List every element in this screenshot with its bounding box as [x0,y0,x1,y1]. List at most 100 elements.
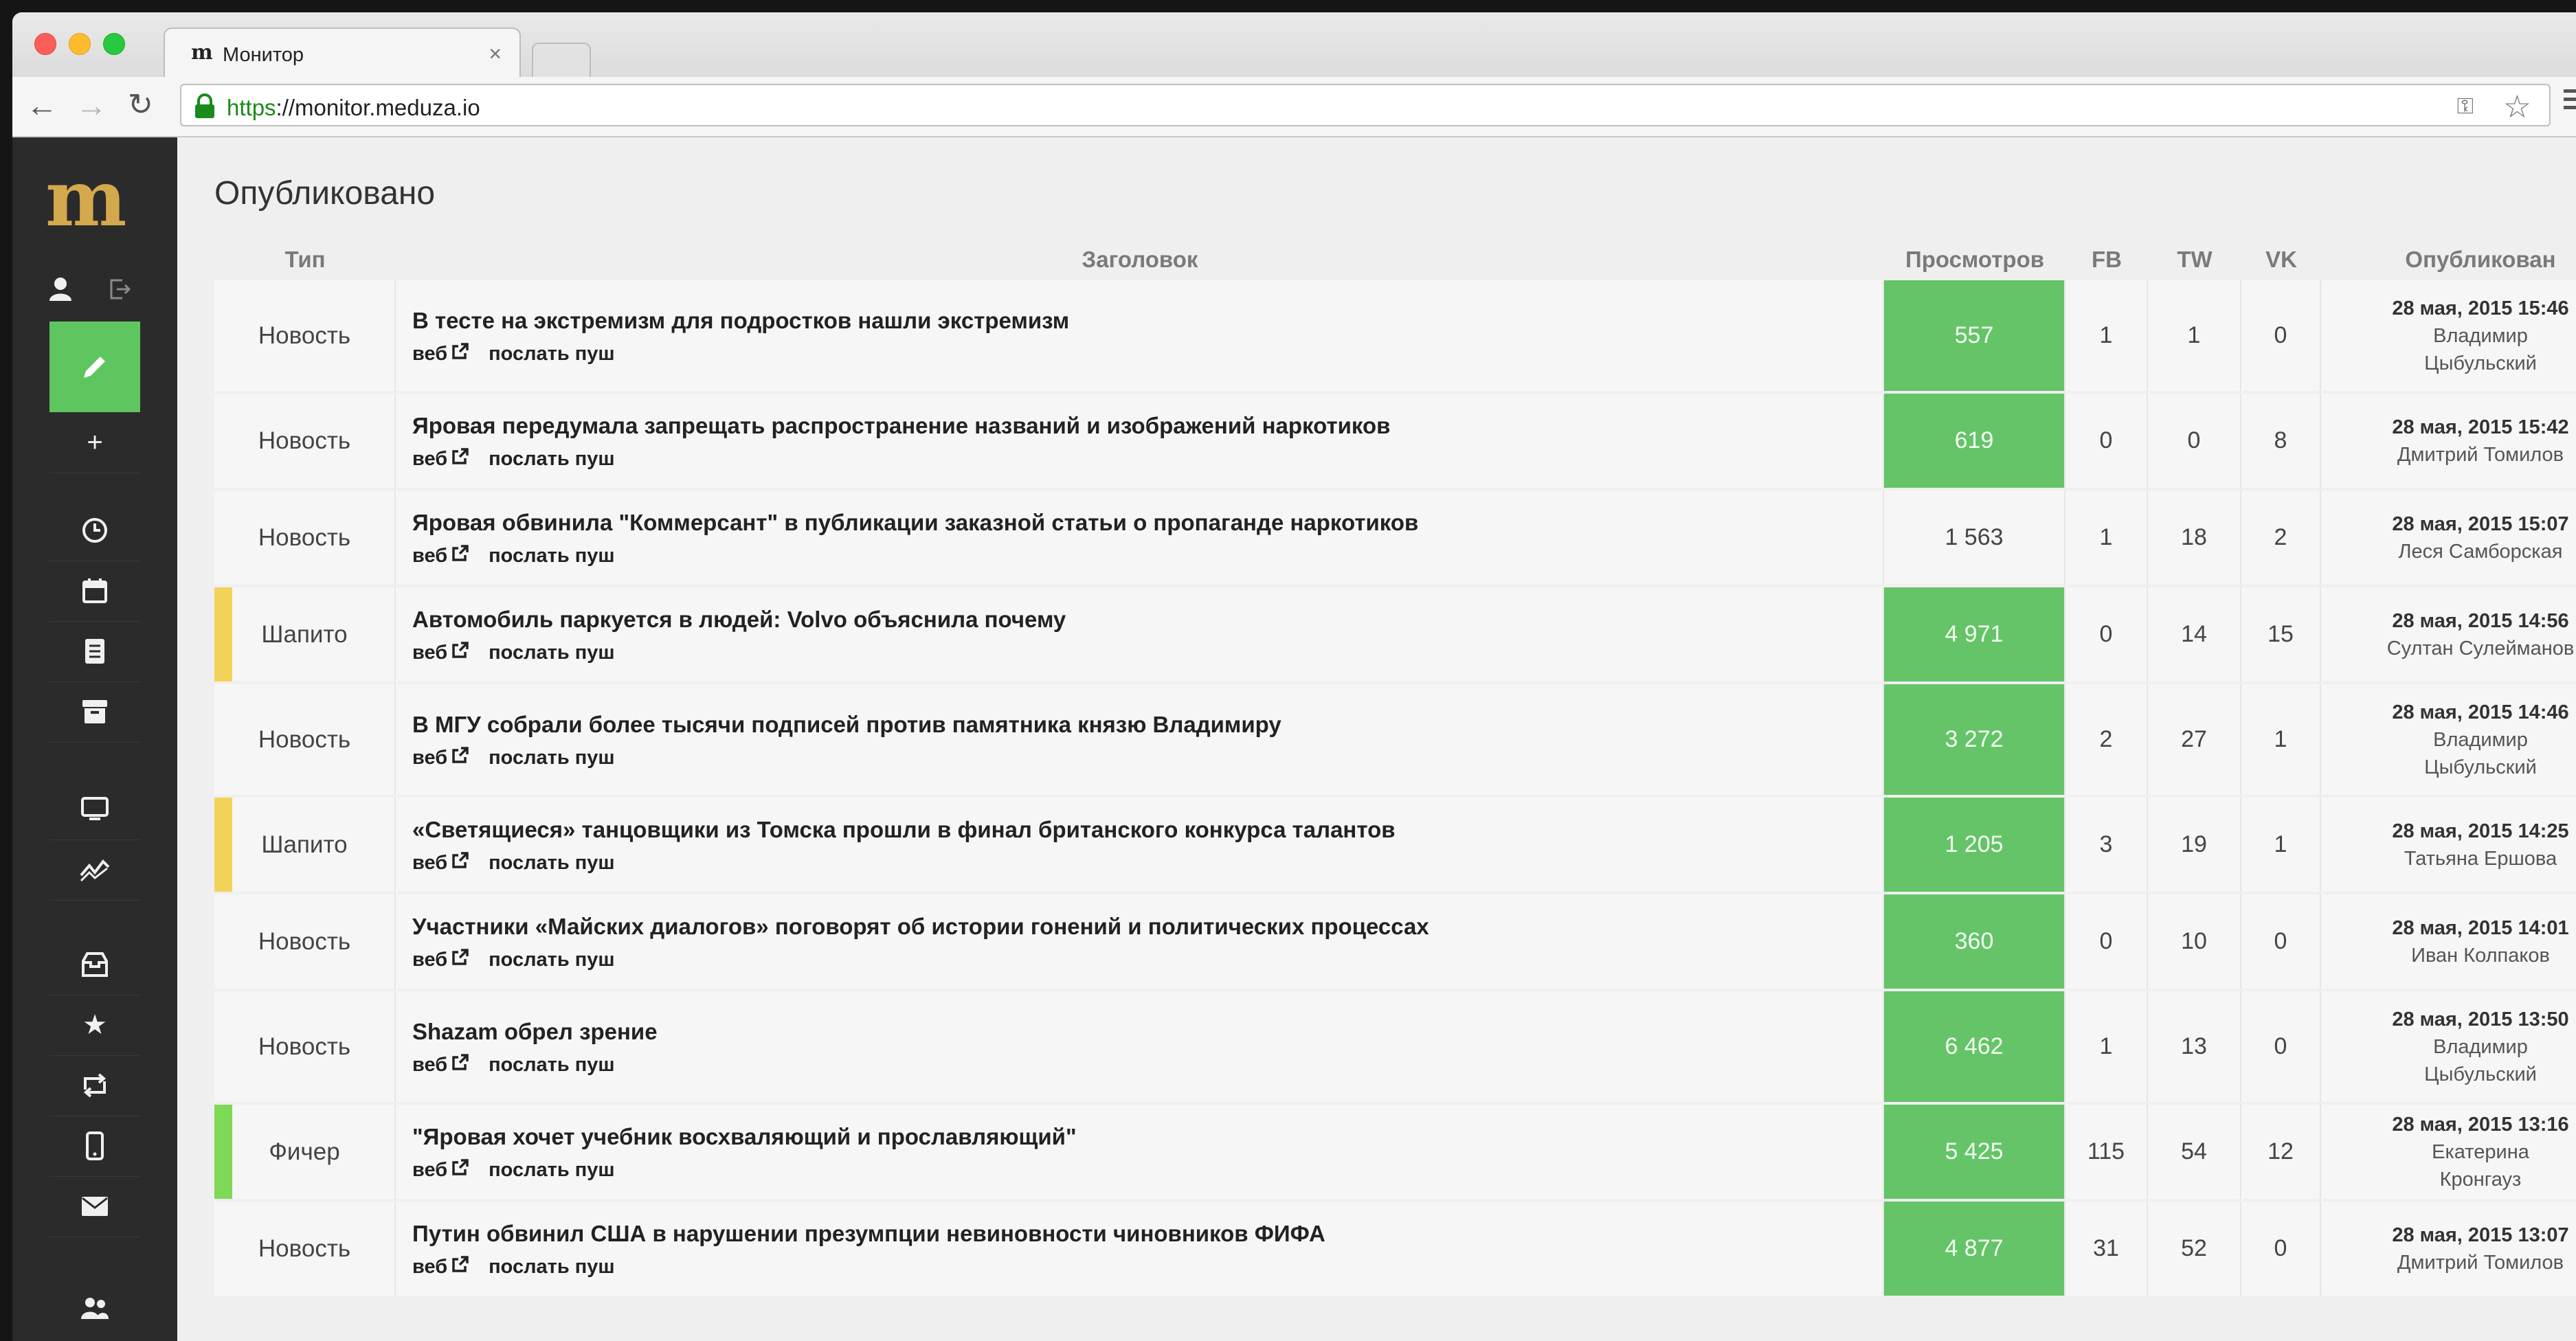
browser-tab[interactable]: m Монитор × [164,27,521,77]
sidebar-item-monitor[interactable] [49,779,140,840]
meduza-logo[interactable]: m [45,161,126,238]
fb-shares: 0 [2065,394,2148,488]
forward-arrow-icon[interactable]: → [76,89,107,121]
table-row[interactable]: Новость Путин обвинил США в нарушении пре… [214,1202,2576,1296]
sidebar-item-archive[interactable] [49,681,140,743]
plus-icon: + [87,427,103,458]
article-title-link[interactable]: В тесте на экстремизм для подростков наш… [412,306,1883,335]
table-row[interactable]: Шапито «Светящиеся» танцовщики из Томска … [214,798,2576,892]
browser-menu-icon[interactable] [2564,89,2576,114]
reload-icon[interactable]: ↻ [128,89,153,121]
new-tab-button[interactable] [532,43,591,77]
tab-close-icon[interactable]: × [489,41,502,67]
published-date: 28 мая, 2015 15:42 [2392,416,2569,438]
send-push-link[interactable]: послать пуш [489,949,614,971]
author-name: Татьяна Ершова [2404,847,2557,870]
table-row[interactable]: Шапито Автомобиль паркуется в людей: Volv… [214,587,2576,681]
table-row[interactable]: Новость Участники «Майских диалогов» пого… [214,894,2576,989]
article-title-link[interactable]: Яровая обвинила "Коммерсант" в публикаци… [412,508,1883,537]
article-actions: веб послать пуш [412,851,1883,875]
close-window-button[interactable] [34,33,56,55]
headline-cell: Автомобиль паркуется в людей: Volvo объя… [396,587,1884,681]
headline-cell: Яровая передумала запрещать распростране… [396,394,1884,488]
published-cell: 28 мая, 2015 13:16 Екатерина Кронгауз [2321,1105,2576,1199]
web-link[interactable]: веб [412,1256,469,1278]
column-header-published[interactable]: Опубликован [2321,242,2576,278]
column-header-fb[interactable]: FB [2065,242,2148,278]
send-push-link[interactable]: послать пуш [489,448,614,470]
bookmark-star-icon[interactable]: ☆ [2503,88,2531,125]
column-header-tw[interactable]: TW [2148,242,2241,278]
sidebar-item-featured[interactable]: ★ [49,995,140,1056]
article-title-link[interactable]: В МГУ собрали более тысячи подписей прот… [412,710,1883,739]
table-row[interactable]: Новость В МГУ собрали более тысячи подпис… [214,684,2576,795]
article-title-link[interactable]: Shazam обрел зрение [412,1017,1883,1046]
sidebar-item-users[interactable] [49,1278,140,1338]
key-icon[interactable]: ⚿ [2457,93,2474,120]
send-push-link[interactable]: послать пуш [489,1159,614,1181]
article-title-link[interactable]: «Светящиеся» танцовщики из Томска прошли… [412,815,1883,844]
sidebar-item-mobile[interactable] [49,1116,140,1177]
tw-shares: 19 [2148,798,2241,892]
article-title-link[interactable]: Участники «Майских диалогов» поговорят о… [412,912,1883,941]
table-row[interactable]: Новость Яровая обвинила "Коммерсант" в пу… [214,491,2576,585]
views-count: 4 971 [1884,587,2065,681]
sidebar-item-stats[interactable] [49,839,140,901]
address-bar[interactable]: https://monitor.meduza.io ⚿ ☆ [180,84,2551,126]
browser-window: m Монитор × ← → ↻ https://monitor.meduza… [12,12,2576,1341]
add-button[interactable]: + [49,412,140,473]
web-link[interactable]: веб [412,1054,469,1076]
send-push-link[interactable]: послать пуш [489,642,614,664]
column-header-vk[interactable]: VK [2241,242,2321,278]
lock-icon [195,93,214,118]
web-link[interactable]: веб [412,949,469,971]
web-link[interactable]: веб [412,642,469,664]
send-push-link[interactable]: послать пуш [489,852,614,874]
send-push-link[interactable]: послать пуш [489,1054,614,1076]
type-cell: Новость [214,280,396,391]
write-button[interactable] [49,322,140,412]
star-icon: ★ [82,1010,107,1040]
article-title-link[interactable]: Автомобиль паркуется в людей: Volvo объя… [412,605,1883,634]
send-push-link[interactable]: послать пуш [489,545,614,567]
headline-cell: Участники «Майских диалогов» поговорят о… [396,894,1884,989]
web-link[interactable]: веб [412,448,469,470]
column-header-views[interactable]: Просмотров [1884,242,2065,278]
web-link[interactable]: веб [412,343,469,365]
headline-cell: «Светящиеся» танцовщики из Томска прошли… [396,798,1884,892]
table-row[interactable]: Новость В тесте на экстремизм для подрост… [214,280,2576,391]
sidebar-item-calendar[interactable] [49,561,140,622]
type-label: Новость [258,1235,351,1262]
web-link[interactable]: веб [412,1159,469,1181]
published-date: 28 мая, 2015 14:01 [2392,916,2569,939]
article-title-link[interactable]: Яровая передумала запрещать распростране… [412,412,1883,440]
web-link[interactable]: веб [412,747,469,769]
logout-icon[interactable] [109,278,132,301]
zoom-window-button[interactable] [103,33,125,55]
sidebar-item-recent[interactable] [49,500,140,561]
send-push-link[interactable]: послать пуш [489,1256,614,1278]
published-date: 28 мая, 2015 15:07 [2392,512,2569,535]
article-title-link[interactable]: "Яровая хочет учебник восхваляющий и про… [412,1123,1883,1151]
minimize-window-button[interactable] [69,33,91,55]
type-label: Фичер [269,1138,340,1165]
tw-shares: 54 [2148,1105,2241,1199]
table-row[interactable]: Фичер "Яровая хочет учебник восхваляющий … [214,1105,2576,1199]
sidebar-item-reposts[interactable] [49,1055,140,1116]
user-icon[interactable] [48,276,73,301]
column-header-headline[interactable]: Заголовок [396,242,1884,278]
article-title-link[interactable]: Путин обвинил США в нарушении презумпции… [412,1219,1883,1248]
send-push-link[interactable]: послать пуш [489,747,614,769]
table-row[interactable]: Новость Яровая передумала запрещать распр… [214,394,2576,488]
sidebar-item-inbox[interactable] [49,934,140,995]
column-header-type[interactable]: Тип [214,242,396,278]
send-push-link[interactable]: послать пуш [489,343,614,365]
sidebar-item-mail[interactable] [49,1176,140,1237]
back-arrow-icon[interactable]: ← [26,89,58,121]
web-link[interactable]: веб [412,545,469,567]
web-link[interactable]: веб [412,852,469,874]
type-label: Новость [258,725,351,753]
monitor-icon [81,797,109,820]
table-row[interactable]: Новость Shazam обрел зрение веб послать пуш… [214,991,2576,1102]
sidebar-item-documents[interactable] [49,621,140,682]
